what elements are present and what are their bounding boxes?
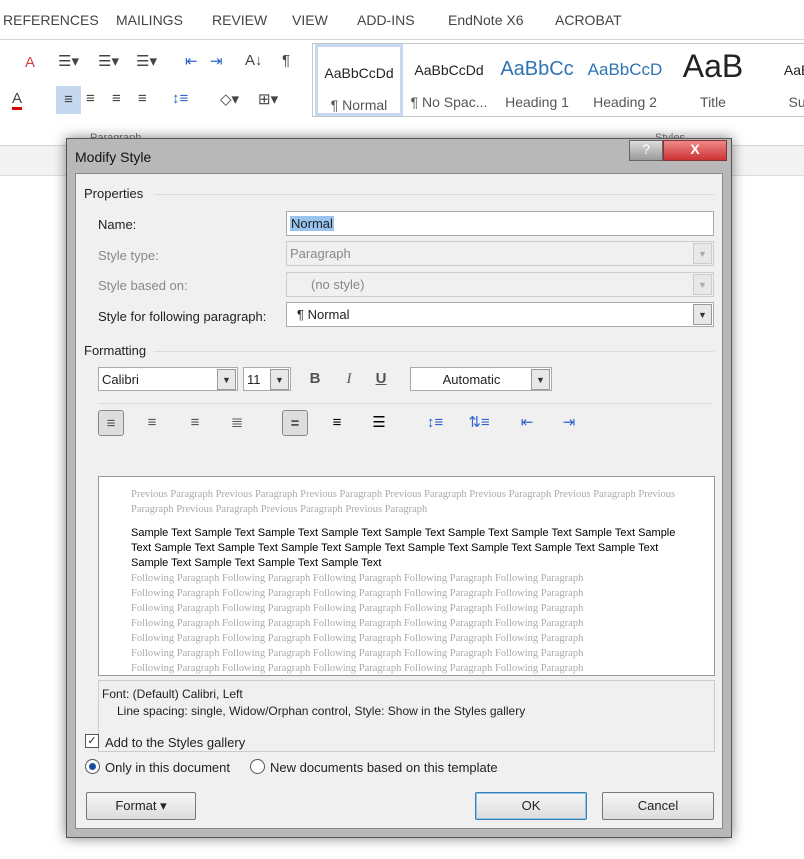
cancel-button[interactable]: Cancel xyxy=(602,792,714,820)
chevron-down-icon: ▼ xyxy=(531,369,550,390)
multilevel-list-icon[interactable]: ☰▾ xyxy=(136,52,157,70)
only-this-document-label[interactable]: Only in this document xyxy=(105,760,230,775)
font-size-select[interactable]: 11 ▼ xyxy=(243,367,291,391)
style-title[interactable]: AaB Title xyxy=(669,44,757,116)
add-to-gallery-label[interactable]: Add to the Styles gallery xyxy=(105,735,245,750)
based-on-select[interactable]: (no style) ▼ xyxy=(286,272,714,297)
chevron-down-icon: ▼ xyxy=(217,369,236,390)
name-input[interactable]: Normal xyxy=(286,211,714,236)
following-paragraph-text: Following Paragraph Following Paragraph … xyxy=(131,618,584,629)
justify-icon[interactable]: ≡ xyxy=(138,90,147,107)
numbering-icon[interactable]: ☰▾ xyxy=(98,52,119,70)
clear-formatting-icon[interactable]: A xyxy=(25,54,35,71)
bullets-icon[interactable]: ☰▾ xyxy=(58,52,79,70)
based-on-label: Style based on: xyxy=(98,278,188,293)
help-button[interactable]: ? xyxy=(629,140,663,161)
tab-references[interactable]: REFERENCES xyxy=(3,12,99,28)
tab-mailings[interactable]: MAILINGS xyxy=(116,12,183,28)
previous-paragraph-text: Previous Paragraph Previous Paragraph Pr… xyxy=(131,489,676,515)
following-paragraph-text: Following Paragraph Following Paragraph … xyxy=(131,573,584,584)
following-paragraph-text: Following Paragraph Following Paragraph … xyxy=(131,603,584,614)
formatting-heading: Formatting xyxy=(84,343,147,358)
align-right-icon[interactable]: ≡ xyxy=(112,90,121,107)
underline-button[interactable]: U xyxy=(368,366,394,392)
align-center-button[interactable]: ≡ xyxy=(139,410,165,436)
properties-heading: Properties xyxy=(84,186,144,201)
font-select[interactable]: Calibri ▼ xyxy=(98,367,238,391)
following-paragraph-text: Following Paragraph Following Paragraph … xyxy=(131,648,584,659)
chevron-down-icon: ▼ xyxy=(693,274,712,295)
line-spacing-icon[interactable]: ↕≡ xyxy=(172,90,188,107)
format-button[interactable]: Format ▾ xyxy=(86,792,196,820)
bold-button[interactable]: B xyxy=(302,366,328,392)
name-label: Name: xyxy=(98,217,137,232)
new-documents-radio[interactable] xyxy=(250,759,265,774)
ok-button[interactable]: OK xyxy=(475,792,587,820)
following-paragraph-text: Following Paragraph Following Paragraph … xyxy=(131,633,584,644)
dialog-title: Modify Style xyxy=(75,149,152,165)
chevron-down-icon: ▼ xyxy=(270,369,289,390)
following-paragraph-text: Following Paragraph Following Paragraph … xyxy=(131,663,584,674)
only-this-document-radio[interactable] xyxy=(85,759,100,774)
increase-paragraph-spacing-icon[interactable]: ↕≡ xyxy=(422,410,448,436)
double-spacing-button[interactable]: ☰ xyxy=(366,410,392,436)
sort-icon[interactable]: A↓ xyxy=(245,52,263,69)
align-center-icon[interactable]: ≡ xyxy=(86,90,95,107)
tab-add-ins[interactable]: ADD-INS xyxy=(357,12,415,28)
following-style-label: Style for following paragraph: xyxy=(98,309,267,324)
sample-text: Sample Text Sample Text Sample Text Samp… xyxy=(131,527,676,569)
modify-style-dialog: Modify Style ? X Properties Name: Normal… xyxy=(66,138,732,838)
justify-button[interactable]: ≣ xyxy=(224,410,250,436)
style-subtitle[interactable]: AaBbSub xyxy=(757,44,804,116)
tab-view[interactable]: VIEW xyxy=(292,12,328,28)
increase-indent-icon[interactable]: ⇥ xyxy=(210,52,223,70)
chevron-down-icon: ▼ xyxy=(693,243,712,264)
new-documents-label[interactable]: New documents based on this template xyxy=(270,760,498,775)
ribbon-tabs: REFERENCES MAILINGS REVIEW VIEW ADD-INS … xyxy=(0,0,804,40)
decrease-paragraph-spacing-icon[interactable]: ⇅≡ xyxy=(466,410,492,436)
single-spacing-button[interactable]: = xyxy=(282,410,308,436)
tab-acrobat[interactable]: ACROBAT xyxy=(555,12,622,28)
following-style-select[interactable]: ¶ Normal ▼ xyxy=(286,302,714,327)
add-to-gallery-checkbox[interactable]: ✓ xyxy=(85,734,99,748)
font-color-select[interactable]: Automatic ▼ xyxy=(410,367,552,391)
description-line: Line spacing: single, Widow/Orphan contr… xyxy=(117,704,526,718)
align-left-icon[interactable]: ≡ xyxy=(56,86,81,114)
style-type-label: Style type: xyxy=(98,248,159,263)
borders-icon[interactable]: ⊞▾ xyxy=(258,90,278,108)
decrease-indent-icon[interactable]: ⇤ xyxy=(514,410,540,436)
italic-button[interactable]: I xyxy=(336,366,362,392)
style-heading-1[interactable]: AaBbCc Heading 1 xyxy=(493,44,581,116)
styles-gallery: AaBbCcDd ¶ Normal AaBbCcDd ¶ No Spac... Aa… xyxy=(312,43,804,117)
dialog-body: Properties Name: Normal Style type: Para… xyxy=(75,173,723,829)
align-left-button[interactable]: ≡ xyxy=(98,410,124,436)
description-line: Font: (Default) Calibri, Left xyxy=(102,687,243,701)
style-no-spacing[interactable]: AaBbCcDd ¶ No Spac... xyxy=(405,44,493,116)
style-preview: Previous Paragraph Previous Paragraph Pr… xyxy=(98,476,715,676)
one-half-spacing-button[interactable]: ≡ xyxy=(324,410,350,436)
tab-review[interactable]: REVIEW xyxy=(212,12,267,28)
chevron-down-icon: ▼ xyxy=(693,304,712,325)
font-color-icon[interactable]: A xyxy=(12,90,23,110)
following-paragraph-text: Following Paragraph Following Paragraph … xyxy=(131,588,584,599)
shading-icon[interactable]: ◇▾ xyxy=(220,90,239,108)
align-right-button[interactable]: ≡ xyxy=(182,410,208,436)
close-button[interactable]: X xyxy=(663,140,727,161)
decrease-indent-icon[interactable]: ⇤ xyxy=(185,52,198,70)
tab-endnote[interactable]: EndNote X6 xyxy=(448,12,524,28)
style-type-select[interactable]: Paragraph ▼ xyxy=(286,241,714,266)
style-heading-2[interactable]: AaBbCcD Heading 2 xyxy=(581,44,669,116)
increase-indent-icon[interactable]: ⇥ xyxy=(556,410,582,436)
show-marks-icon[interactable]: ¶ xyxy=(282,52,290,69)
style-normal[interactable]: AaBbCcDd ¶ Normal xyxy=(315,44,403,116)
